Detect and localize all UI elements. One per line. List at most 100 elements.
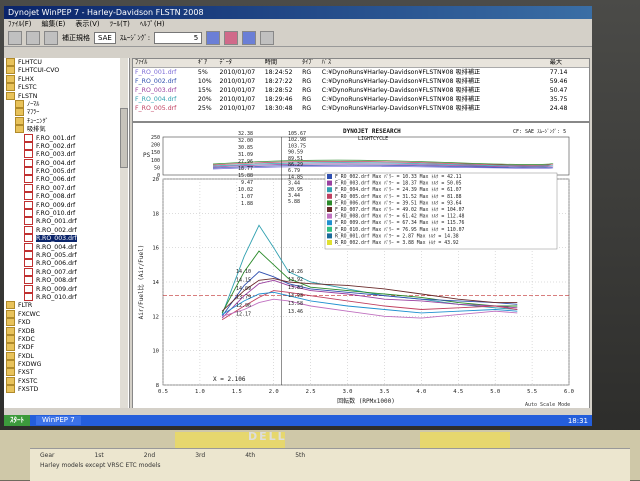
legend-swatch	[327, 213, 332, 219]
tree-file[interactable]: R.RO_010.drf	[4, 292, 129, 301]
legend-entry: F_RO_006.drf Max ﾊﾟﾜｰ = 39.51 Max ﾄﾙｸ = …	[335, 199, 462, 206]
x-tick-label: 1.5	[232, 389, 242, 395]
tree-file[interactable]: R.RO_003.drf	[4, 234, 129, 243]
dyno-chart-svg: 050100150200250PSDYNOJET RESEARCHLIGHTCY…	[137, 128, 574, 408]
tree-file[interactable]: F.RO_004.drf	[4, 158, 129, 167]
table-cell-type: RG	[302, 105, 312, 112]
legend-entry: F_RO_002.drf Max ﾊﾟﾜｰ = 10.33 Max ﾄﾙｸ = …	[335, 173, 462, 180]
table-row[interactable]: F_RO_001.drf 5% 2010/01/07 18:24:52 RG C:¥Dyn…	[133, 68, 589, 77]
tree-file[interactable]: F.RO_005.drf	[4, 167, 129, 176]
tree-folder[interactable]: FXST	[4, 368, 129, 377]
tree-folder[interactable]: FXDWG	[4, 360, 129, 369]
start-button[interactable]: ｽﾀｰﾄ	[4, 415, 30, 426]
column-header[interactable]: ﾊﾟｽ	[320, 59, 548, 67]
tree-file[interactable]: R.RO_001.drf	[4, 217, 129, 226]
tree-file[interactable]: F.RO_007.drf	[4, 183, 129, 192]
table-cell-type: RG	[302, 69, 312, 76]
tree-folder[interactable]: ﾉｰﾏﾙ	[4, 99, 129, 108]
column-header[interactable]: 時間	[263, 59, 300, 67]
tree-folder[interactable]: FXDB	[4, 326, 129, 335]
table-cell-gear: 25%	[197, 105, 212, 112]
tree-file[interactable]: R.RO_002.drf	[4, 225, 129, 234]
table-cell-date: 2010/01/07	[219, 87, 256, 94]
tree-folder[interactable]: FXDF	[4, 343, 129, 352]
cursor-value-left: 32.00	[238, 138, 253, 144]
tree-scroll-thumb[interactable]	[120, 108, 128, 168]
tree-folder[interactable]: FLHTCU	[4, 58, 129, 66]
tree-file[interactable]: R.RO_009.drf	[4, 284, 129, 293]
menu-item[interactable]: ﾂｰﾙ(T)	[110, 19, 130, 30]
menu-item[interactable]: 編集(E)	[42, 19, 66, 30]
tree-folder[interactable]: FXSTC	[4, 376, 129, 385]
tree-file[interactable]: F.RO_002.drf	[4, 141, 129, 150]
file-icon	[24, 141, 33, 150]
tree-file[interactable]: R.RO_008.drf	[4, 276, 129, 285]
afr-value-right: 14.26	[288, 269, 303, 275]
tree-folder[interactable]: FXD	[4, 318, 129, 327]
tree-file[interactable]: F.RO_009.drf	[4, 200, 129, 209]
menu-item[interactable]: 表示(V)	[75, 19, 99, 30]
table-cell-time: 18:24:52	[264, 69, 293, 76]
open-icon[interactable]	[8, 31, 22, 45]
tree-folder[interactable]: FLSTC	[4, 83, 129, 92]
tree-file[interactable]: R.RO_007.drf	[4, 267, 129, 276]
tree-folder[interactable]: FLSTN	[4, 91, 129, 100]
tree-folder[interactable]: FLHX	[4, 74, 129, 83]
folder-icon	[6, 334, 15, 343]
tree-folder[interactable]: FLTR	[4, 301, 129, 310]
taskbar-app-button[interactable]: WinPEP 7	[36, 416, 81, 425]
tree-folder[interactable]: FLHTCUI-CVO	[4, 66, 129, 75]
dyno-chart[interactable]: 0 50 100 150 200 250 PS DYNOJET RESEARCH LIGHTCY…	[132, 122, 590, 410]
folder-icon	[6, 343, 15, 352]
table-cell-time: 18:28:52	[264, 87, 293, 94]
tree-folder[interactable]: ﾁｭｰﾆﾝｸﾞ	[4, 116, 129, 125]
smoothing-select[interactable]: 5	[154, 32, 203, 44]
tree-label: FLTR	[18, 302, 33, 310]
table-row[interactable]: F_RO_002.drf 10% 2010/01/07 18:27:22 RG C:¥Dy…	[133, 77, 589, 86]
run-list-table: ﾌｧｲﾙ ｷﾞｱ ﾃﾞｰﾀ 時間 ﾀｲﾌﾟ ﾊﾟｽ 最大 F_RO_001.drf 5% 201…	[132, 58, 590, 122]
grid-icon[interactable]	[260, 31, 275, 45]
table-row[interactable]: F_RO_003.drf 15% 2010/01/07 18:28:52 RG C:¥Dy…	[133, 86, 589, 95]
tree-folder[interactable]: ﾏﾌﾗｰ	[4, 108, 129, 117]
correction-select[interactable]: SAE	[94, 32, 116, 44]
file-icon	[24, 167, 33, 176]
tree-file[interactable]: F.RO_008.drf	[4, 192, 129, 201]
tree-file[interactable]: R.RO_004.drf	[4, 242, 129, 251]
tree-file[interactable]: F.RO_010.drf	[4, 209, 129, 218]
overlay-icon[interactable]	[224, 31, 239, 45]
tree-scrollbar[interactable]	[120, 58, 128, 408]
tree-folder[interactable]: FXDC	[4, 334, 129, 343]
legend-swatch	[327, 187, 332, 193]
compare-icon[interactable]	[242, 31, 257, 45]
tree-label: FLSTN	[18, 92, 38, 100]
tree-file[interactable]: R.RO_005.drf	[4, 250, 129, 259]
tree-file[interactable]: F.RO_001.drf	[4, 133, 129, 142]
column-header[interactable]: ﾌｧｲﾙ	[133, 59, 196, 67]
column-header[interactable]: 最大	[548, 59, 589, 67]
x-tick-label: 2.0	[269, 389, 279, 395]
legend-entry: F_RO_009.drf Max ﾊﾟﾜｰ = 67.34 Max ﾄﾙｸ = …	[335, 219, 465, 226]
folder-icon	[15, 125, 24, 134]
tree-folder[interactable]: 吸排気	[4, 125, 129, 134]
column-header[interactable]: ｷﾞｱ	[196, 59, 218, 67]
table-row[interactable]: F_RO_005.drf 25% 2010/01/07 18:30:48 RG C:¥Dy…	[133, 104, 589, 113]
table-row[interactable]: F_RO_004.drf 20% 2010/01/07 18:29:46 RG C:¥Dy…	[133, 95, 589, 104]
graph-icon[interactable]	[206, 31, 221, 45]
tree-folder[interactable]: FXDL	[4, 351, 129, 360]
tree-file[interactable]: R.RO_006.drf	[4, 259, 129, 268]
print-icon[interactable]	[44, 31, 58, 45]
menu-item[interactable]: ﾌｧｲﾙ(F)	[8, 19, 32, 30]
folder-icon	[6, 301, 15, 310]
menu-item[interactable]: ﾍﾙﾌﾟ(H)	[140, 19, 165, 30]
column-header[interactable]: ﾀｲﾌﾟ	[300, 59, 320, 67]
tree-folder[interactable]: FXSTD	[4, 385, 129, 394]
tree-file[interactable]: F.RO_003.drf	[4, 150, 129, 159]
chart-header: DYNOJET RESEARCH	[343, 128, 401, 135]
column-header[interactable]: ﾃﾞｰﾀ	[218, 59, 263, 67]
tree-file[interactable]: F.RO_006.drf	[4, 175, 129, 184]
save-icon[interactable]	[26, 31, 40, 45]
file-icon	[24, 292, 33, 301]
tree-label: FXSTD	[18, 386, 39, 394]
cursor-value-right: 105.67	[288, 131, 306, 137]
tree-folder[interactable]: FXCWC	[4, 309, 129, 318]
